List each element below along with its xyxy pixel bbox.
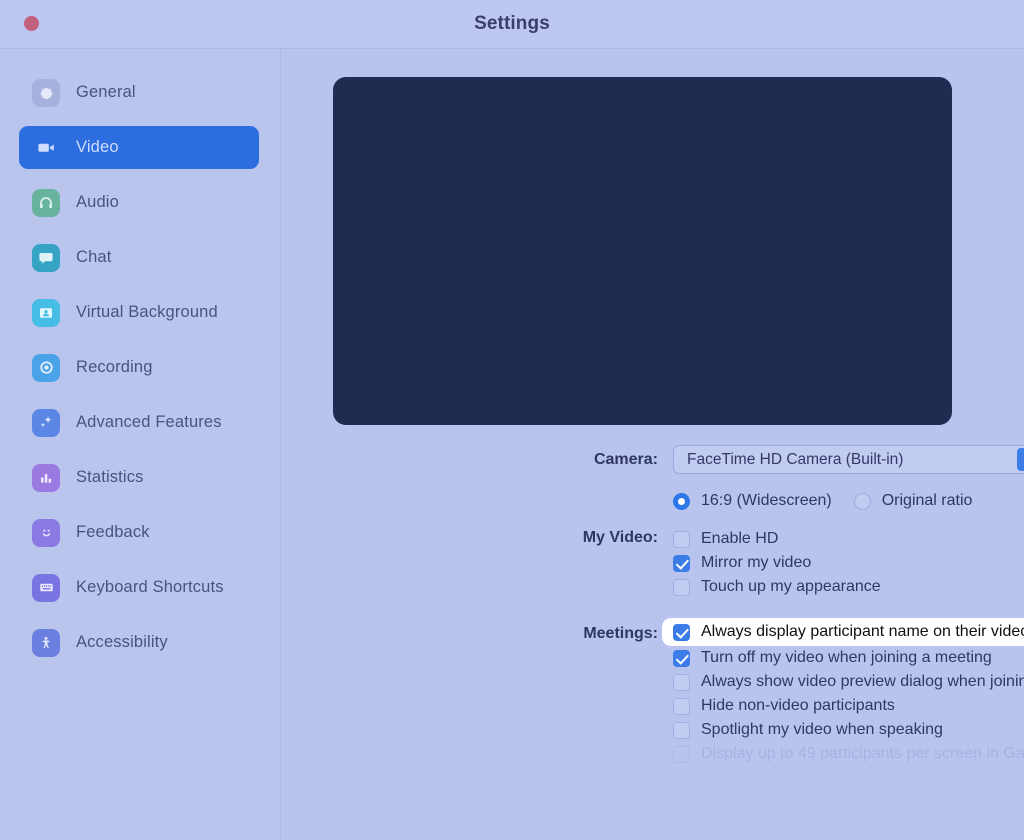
sidebar-item-label: Virtual Background <box>76 303 218 322</box>
accessibility-icon <box>32 629 60 657</box>
meetings-row: Meetings: Always display participant nam… <box>281 618 1024 766</box>
radio-indicator[interactable] <box>854 493 871 510</box>
aspect-ratio-row: 16:9 (Widescreen) Original ratio <box>281 488 1024 514</box>
checkbox-always-show-video-preview-dialog-when-joining-a-video-meeting[interactable]: Always show video preview dialog when jo… <box>673 670 1024 694</box>
radio-label: 16:9 (Widescreen) <box>701 492 832 510</box>
checkbox-label: Spotlight my video when speaking <box>701 721 943 739</box>
headphones-icon <box>32 189 60 217</box>
checkbox-label: Always display participant name on their… <box>701 623 1024 641</box>
radio-16-9-widescreen[interactable]: 16:9 (Widescreen) <box>673 492 832 510</box>
checkbox-indicator <box>673 746 690 763</box>
sidebar-item-label: Accessibility <box>76 633 168 652</box>
checkbox-enable-hd[interactable]: Enable HD <box>673 527 778 551</box>
sidebar-item-general[interactable]: General <box>19 71 259 114</box>
bar-chart-icon <box>32 464 60 492</box>
sidebar-item-accessibility[interactable]: Accessibility <box>19 621 259 664</box>
sidebar-item-label: Statistics <box>76 468 144 487</box>
sidebar-item-label: Video <box>76 138 119 157</box>
sidebar-item-advanced-features[interactable]: Advanced Features <box>19 401 259 444</box>
checkbox-label: Touch up my appearance <box>701 578 881 596</box>
window-title: Settings <box>0 13 1024 35</box>
sidebar-item-label: Chat <box>76 248 111 267</box>
checkbox-label: Turn off my video when joining a meeting <box>701 649 992 667</box>
checkbox-always-display-participant-name-on-their-videos[interactable]: Always display participant name on their… <box>662 618 1024 646</box>
sidebar-item-label: Keyboard Shortcuts <box>76 578 224 597</box>
sidebar-item-label: Advanced Features <box>76 413 222 432</box>
sidebar-item-feedback[interactable]: Feedback <box>19 511 259 554</box>
settings-window: Settings General Video Audio Chat Virtual Ba… <box>0 0 1024 840</box>
close-button[interactable] <box>24 16 39 31</box>
sidebar-item-label: Feedback <box>76 523 150 542</box>
sidebar-item-statistics[interactable]: Statistics <box>19 456 259 499</box>
checkbox-turn-off-my-video-when-joining-a-meeting[interactable]: Turn off my video when joining a meeting <box>673 646 992 670</box>
camera-select-value: FaceTime HD Camera (Built-in) <box>674 451 903 469</box>
checkbox-label: Enable HD <box>701 530 778 548</box>
checkbox-touch-up-my-appearance[interactable]: Touch up my appearance <box>673 575 881 599</box>
checkbox-display-up-to-49-participants-per-screen-in-gallery-view: Display up to 49 participants per screen… <box>673 742 1024 766</box>
sidebar-item-label: Recording <box>76 358 153 377</box>
sidebar-item-recording[interactable]: Recording <box>19 346 259 389</box>
video-settings-form: Camera: FaceTime HD Camera (Built-in) <box>281 445 1024 766</box>
video-camera-icon <box>32 134 60 162</box>
checkbox-indicator[interactable] <box>673 650 690 667</box>
checkbox-indicator[interactable] <box>673 722 690 739</box>
checkbox-label: Display up to 49 participants per screen… <box>701 745 1024 763</box>
sidebar: General Video Audio Chat Virtual Background R… <box>0 49 281 840</box>
gear-icon <box>32 79 60 107</box>
checkbox-indicator[interactable] <box>673 531 690 548</box>
checkbox-indicator[interactable] <box>673 579 690 596</box>
checkbox-label: Mirror my video <box>701 554 811 572</box>
checkbox-indicator[interactable] <box>673 624 690 641</box>
sidebar-item-keyboard-shortcuts[interactable]: Keyboard Shortcuts <box>19 566 259 609</box>
sidebar-item-label: General <box>76 83 136 102</box>
checkbox-indicator[interactable] <box>673 555 690 572</box>
main-panel: Camera: FaceTime HD Camera (Built-in) <box>281 49 1024 840</box>
speech-bubble-icon <box>32 244 60 272</box>
radio-original-ratio[interactable]: Original ratio <box>854 492 973 510</box>
sidebar-item-virtual-background[interactable]: Virtual Background <box>19 291 259 334</box>
sidebar-item-audio[interactable]: Audio <box>19 181 259 224</box>
camera-label: Camera: <box>281 451 673 469</box>
checkbox-indicator[interactable] <box>673 698 690 715</box>
sidebar-item-label: Audio <box>76 193 119 212</box>
smiley-face-icon <box>32 519 60 547</box>
checkbox-label: Always show video preview dialog when jo… <box>701 673 1024 691</box>
checkbox-hide-non-video-participants[interactable]: Hide non-video participants <box>673 694 895 718</box>
keyboard-icon <box>32 574 60 602</box>
sidebar-item-chat[interactable]: Chat <box>19 236 259 279</box>
stepper-chevrons-icon[interactable] <box>1017 448 1024 471</box>
checkbox-indicator[interactable] <box>673 674 690 691</box>
window-body: General Video Audio Chat Virtual Background R… <box>0 49 1024 840</box>
camera-row: Camera: FaceTime HD Camera (Built-in) <box>281 445 1024 474</box>
checkbox-mirror-my-video[interactable]: Mirror my video <box>673 551 811 575</box>
record-circle-icon <box>32 354 60 382</box>
camera-select[interactable]: FaceTime HD Camera (Built-in) <box>673 445 1024 474</box>
radio-indicator[interactable] <box>673 493 690 510</box>
aspect-ratio-group: 16:9 (Widescreen) Original ratio <box>673 492 994 510</box>
my-video-label: My Video: <box>281 527 673 547</box>
radio-label: Original ratio <box>882 492 973 510</box>
sparkle-icon <box>32 409 60 437</box>
checkbox-label: Hide non-video participants <box>701 697 895 715</box>
my-video-row: My Video: Enable HD Mirror my video Touch … <box>281 527 1024 599</box>
title-bar: Settings <box>0 0 1024 49</box>
person-card-icon <box>32 299 60 327</box>
checkbox-spotlight-my-video-when-speaking[interactable]: Spotlight my video when speaking <box>673 718 943 742</box>
video-preview[interactable] <box>333 77 952 425</box>
meetings-label: Meetings: <box>281 618 673 643</box>
sidebar-item-video[interactable]: Video <box>19 126 259 169</box>
